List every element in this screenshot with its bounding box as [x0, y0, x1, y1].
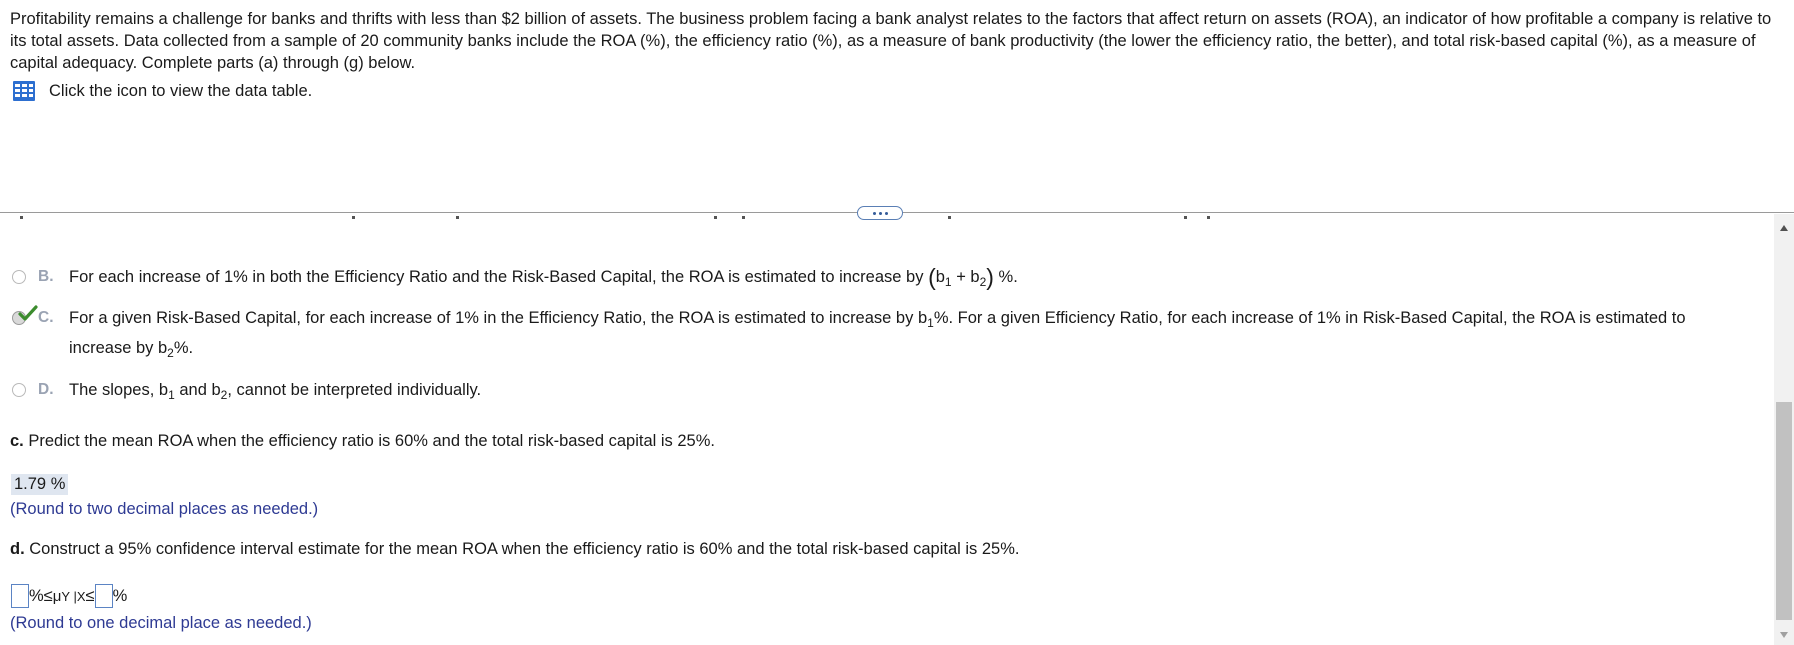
clipped-previous-option: [0, 216, 1774, 224]
option-c-text: For a given Risk-Based Capital, for each…: [69, 309, 1686, 360]
data-table-link[interactable]: Click the icon to view the data table.: [12, 80, 312, 102]
option-d-text: The slopes, b1 and b2, cannot be interpr…: [69, 381, 482, 402]
vertical-scrollbar[interactable]: [1774, 214, 1794, 645]
part-c-answer-value[interactable]: 1.79: [14, 475, 46, 493]
ci-lower-input[interactable]: [11, 584, 29, 608]
part-c-hint: (Round to two decimal places as needed.): [10, 500, 319, 518]
part-d-hint: (Round to one decimal place as needed.): [10, 614, 312, 632]
correct-checkmark-icon: [18, 305, 38, 321]
option-c-letter: C.: [38, 309, 54, 326]
scrollbar-thumb[interactable]: [1776, 402, 1792, 620]
confidence-interval-row: % ≤ μY |X ≤ %: [11, 583, 127, 609]
scroll-down-button[interactable]: [1774, 625, 1794, 645]
mu-symbol: μ: [52, 587, 62, 605]
part-c-question: c. Predict the mean ROA when the efficie…: [10, 432, 715, 450]
part-d-question: d. Construct a 95% confidence interval e…: [10, 540, 1020, 558]
ci-upper-input[interactable]: [94, 584, 113, 608]
option-d-radio[interactable]: [12, 383, 26, 397]
option-b-radio[interactable]: [12, 270, 26, 284]
scroll-down-arrow-icon[interactable]: [1779, 631, 1789, 639]
scroll-up-button[interactable]: [1774, 218, 1794, 238]
problem-intro: Profitability remains a challenge for ba…: [10, 10, 1772, 72]
scroll-up-arrow-icon[interactable]: [1779, 224, 1789, 232]
option-b-letter: B.: [38, 268, 54, 285]
option-b-text: For each increase of 1% in both the Effi…: [69, 264, 1018, 290]
table-grid-icon[interactable]: [12, 80, 36, 102]
answer-panel: B. For each increase of 1% in both the E…: [0, 214, 1774, 645]
part-c-answer[interactable]: 1.79 %: [11, 474, 69, 495]
option-d-letter: D.: [38, 381, 54, 398]
data-table-link-text[interactable]: Click the icon to view the data table.: [49, 82, 312, 101]
